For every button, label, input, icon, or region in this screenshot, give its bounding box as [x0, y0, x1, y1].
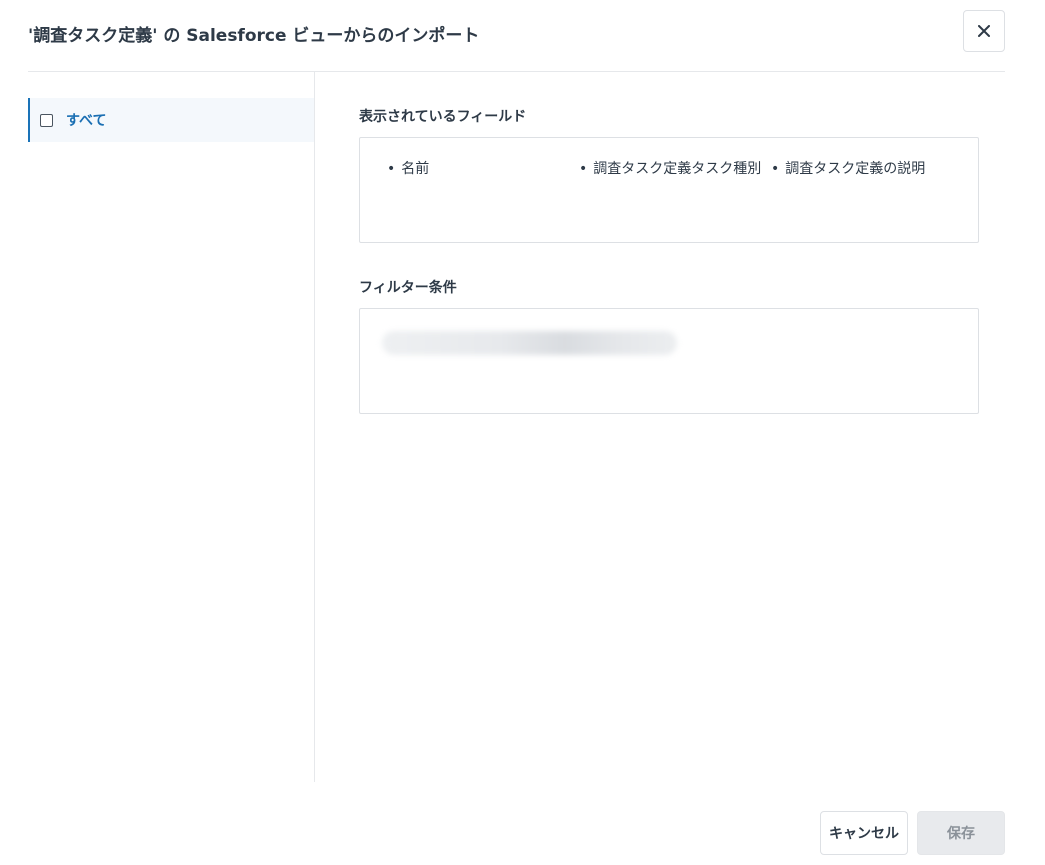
- select-all-checkbox[interactable]: [40, 113, 53, 127]
- sidebar-item-all[interactable]: すべて: [28, 98, 314, 142]
- filter-conditions-title: フィルター条件: [359, 280, 457, 296]
- filter-conditions-box: [359, 308, 979, 414]
- sidebar: すべて: [28, 72, 315, 782]
- visible-fields-box: 名前 調査タスク定義タスク種別 調査タスク定義の説明: [359, 137, 979, 243]
- close-icon: [978, 25, 990, 37]
- dialog-header: '調査タスク定義' の Salesforce ビューからのインポート: [28, 0, 1005, 72]
- field-item: 名前: [387, 158, 429, 178]
- import-dialog: '調査タスク定義' の Salesforce ビューからのインポート すべて 表…: [0, 0, 1045, 865]
- field-item: 調査タスク定義タスク種別: [579, 158, 761, 178]
- field-item: 調査タスク定義の説明: [771, 158, 925, 178]
- sidebar-item-label: すべて: [66, 113, 107, 129]
- redacted-filter-text: [382, 331, 677, 355]
- visible-fields-title: 表示されているフィールド: [359, 109, 527, 125]
- dialog-title: '調査タスク定義' の Salesforce ビューからのインポート: [28, 26, 480, 46]
- cancel-button[interactable]: キャンセル: [820, 811, 908, 855]
- close-button[interactable]: [963, 10, 1005, 52]
- save-button[interactable]: 保存: [917, 811, 1005, 855]
